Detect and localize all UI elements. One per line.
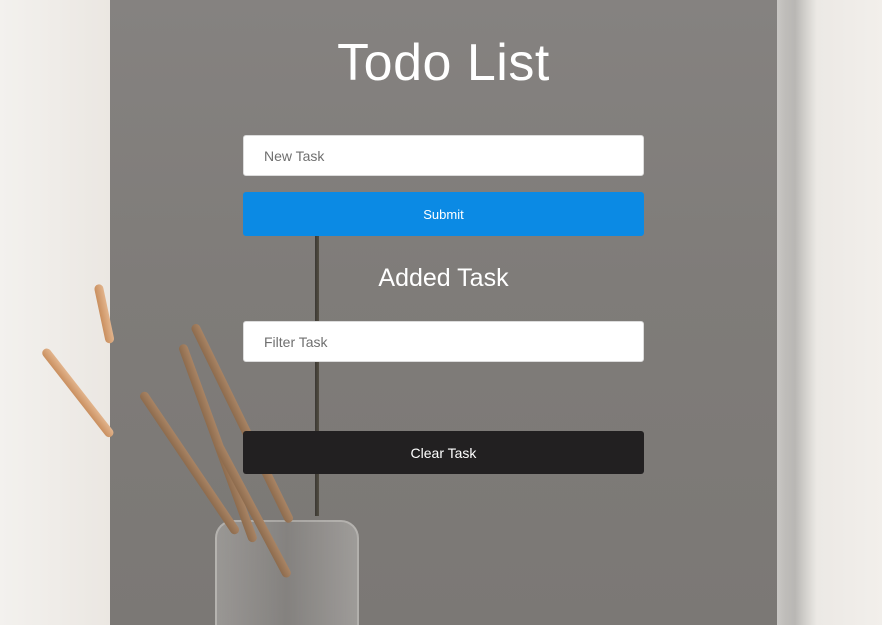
task-list <box>243 368 644 424</box>
background-photo-left <box>0 0 110 625</box>
added-task-heading: Added Task <box>378 264 509 292</box>
new-task-input[interactable] <box>243 135 644 176</box>
filter-task-input[interactable] <box>243 321 644 362</box>
submit-button[interactable]: Submit <box>243 192 644 236</box>
clear-tasks-button[interactable]: Clear Task <box>243 431 644 474</box>
page-title: Todo List <box>337 34 550 92</box>
app-page: Todo List Submit Added Task Clear Task <box>0 0 882 625</box>
background-photo-right <box>777 0 882 625</box>
